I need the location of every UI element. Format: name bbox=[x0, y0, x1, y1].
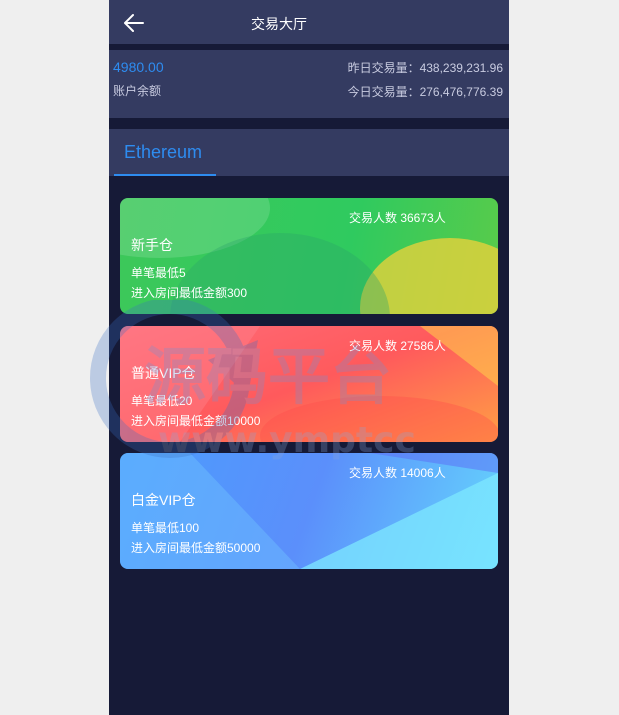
room-participant-count: 交易人数 14006人 bbox=[349, 466, 446, 480]
room-min-entry: 进入房间最低金额10000 bbox=[131, 414, 261, 428]
room-card-beginner[interactable]: 交易人数 36673人 新手仓 单笔最低5 进入房间最低金额300 bbox=[120, 198, 498, 314]
room-participant-count: 交易人数 27586人 bbox=[349, 339, 446, 353]
room-min-entry: 进入房间最低金额300 bbox=[131, 286, 248, 300]
room-min-bet: 单笔最低100 bbox=[131, 521, 200, 535]
tab-label: Ethereum bbox=[124, 142, 203, 162]
account-summary: 4980.00 账户余额 昨日交易量：438,239,231.96 今日交易量：… bbox=[109, 50, 509, 118]
room-min-bet: 单笔最低5 bbox=[131, 266, 186, 280]
header-bar: 交易大厅 bbox=[109, 0, 509, 44]
room-name: 新手仓 bbox=[131, 237, 173, 253]
app-screen: 交易大厅 4980.00 账户余额 昨日交易量：438,239,231.96 今… bbox=[109, 0, 509, 715]
room-min-entry: 进入房间最低金额50000 bbox=[131, 541, 261, 555]
account-balance-label: 账户余额 bbox=[113, 84, 162, 98]
room-card-platinum[interactable]: 交易人数 14006人 白金VIP仓 单笔最低100 进入房间最低金额50000 bbox=[120, 453, 498, 569]
tab-bar: Ethereum bbox=[109, 129, 509, 176]
account-balance: 4980.00 bbox=[113, 59, 164, 75]
page-title: 交易大厅 bbox=[251, 16, 307, 32]
yesterday-volume: 昨日交易量：438,239,231.96 bbox=[347, 61, 503, 75]
today-volume: 今日交易量：276,476,776.39 bbox=[347, 85, 503, 99]
room-participant-count: 交易人数 36673人 bbox=[349, 211, 446, 225]
room-card-vip[interactable]: 交易人数 27586人 普通VIP仓 单笔最低20 进入房间最低金额10000 bbox=[120, 326, 498, 442]
room-name: 普通VIP仓 bbox=[131, 365, 196, 381]
room-name: 白金VIP仓 bbox=[131, 492, 196, 508]
room-min-bet: 单笔最低20 bbox=[131, 394, 193, 408]
tab-ethereum[interactable]: Ethereum bbox=[114, 129, 216, 176]
tab-active-indicator bbox=[114, 174, 216, 176]
